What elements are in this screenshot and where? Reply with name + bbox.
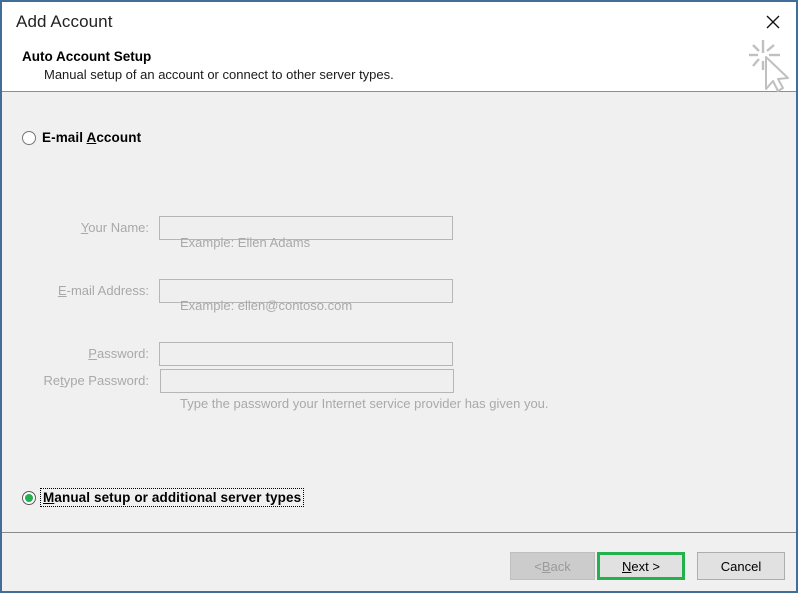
radio-email-account-accelerator: A [86, 130, 97, 145]
radio-manual-setup-dot [25, 493, 33, 502]
radio-email-account-label: E-mail Account [42, 130, 141, 145]
back-button-label-after: ack [550, 558, 571, 574]
dialog-body: E-mail Account Your Name: Example: Ellen… [2, 92, 796, 532]
cancel-button[interactable]: Cancel [697, 552, 785, 580]
radio-email-account-label-after: ccount [96, 130, 142, 145]
password-label-after: assword: [96, 346, 149, 361]
close-icon[interactable] [758, 8, 788, 36]
radio-manual-setup-indicator[interactable] [22, 490, 36, 505]
dialog-footer: < Back Next > Cancel [2, 532, 796, 591]
radio-email-account[interactable]: E-mail Account [22, 130, 141, 145]
add-account-dialog: Add Account Auto Account Setup Manual se… [0, 0, 798, 593]
password-accelerator: P [88, 346, 97, 361]
radio-manual-setup-label: Manual setup or additional server types [39, 488, 305, 507]
back-button-label-before: < [534, 558, 542, 574]
email-address-example: Example: ellen@contoso.com [180, 298, 353, 313]
your-name-label-after: our Name: [88, 220, 149, 235]
email-address-label-after: -mail Address: [66, 283, 149, 298]
back-button[interactable]: < Back [510, 552, 595, 580]
back-button-accelerator: B [541, 558, 551, 574]
retype-password-input[interactable] [160, 369, 454, 393]
radio-manual-setup-label-after: anual setup or additional server types [54, 490, 302, 505]
radio-manual-setup-accelerator: M [43, 490, 55, 505]
email-address-accelerator: E [57, 283, 67, 298]
password-input[interactable] [159, 342, 453, 366]
next-button-accelerator: N [622, 558, 632, 574]
radio-email-account-label-before: E-mail [42, 130, 87, 145]
cursor-sparkle-icon [746, 36, 798, 94]
your-name-label: Your Name: [44, 220, 149, 235]
next-button[interactable]: Next > [597, 552, 685, 580]
password-note: Type the password your Internet service … [180, 396, 549, 411]
retype-password-label-after: ype Password: [63, 373, 149, 388]
dialog-title: Add Account [16, 12, 113, 31]
page-title: Auto Account Setup [22, 49, 152, 64]
page-subtitle: Manual setup of an account or connect to… [44, 67, 394, 82]
your-name-example: Example: Ellen Adams [180, 235, 311, 250]
dialog-header: Add Account Auto Account Setup Manual se… [2, 2, 796, 92]
radio-manual-setup[interactable]: Manual setup or additional server types [22, 488, 305, 507]
next-button-label-after: ext > [631, 558, 660, 574]
email-address-label: E-mail Address: [44, 283, 149, 298]
radio-email-account-indicator[interactable] [22, 130, 36, 145]
retype-password-label: Retype Password: [32, 373, 149, 388]
retype-password-label-before: Re [43, 373, 61, 388]
password-label: Password: [44, 346, 149, 361]
